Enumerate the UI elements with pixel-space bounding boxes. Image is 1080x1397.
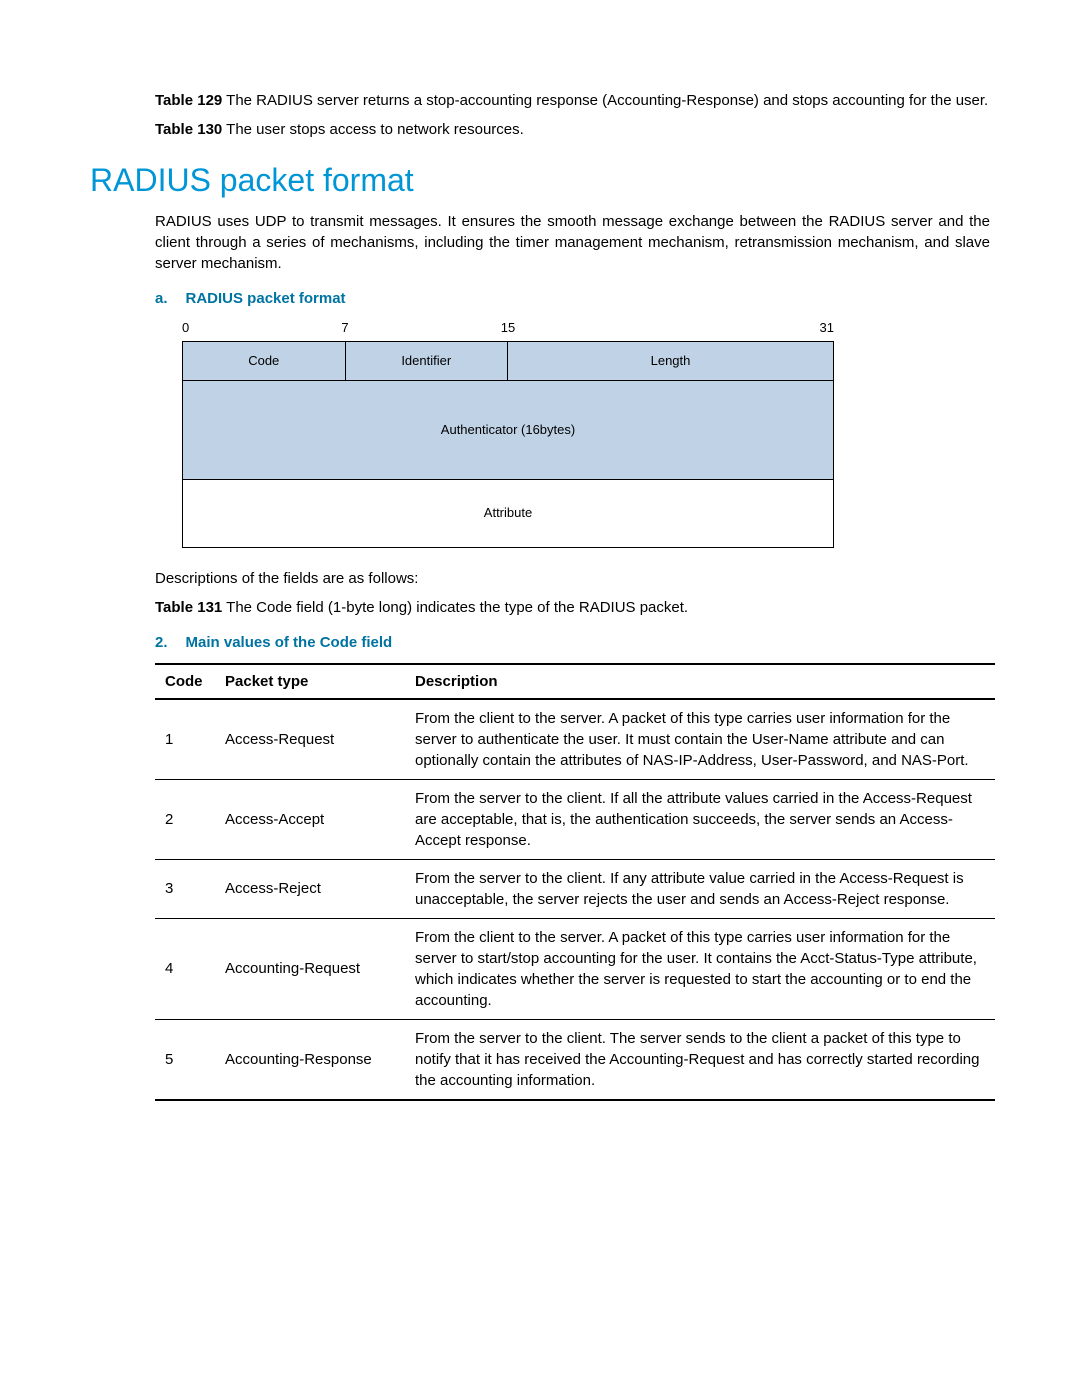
bit-7: 7 [341,319,500,337]
cell-type: Access-Accept [215,779,405,859]
bit-0: 0 [182,319,341,337]
table-ref-129: Table 129 The RADIUS server returns a st… [155,90,990,111]
document-page: Table 129 The RADIUS server returns a st… [0,0,1080,1201]
packet-header-row: Code Identifier Length [183,342,833,381]
cell-desc: From the server to the client. If all th… [405,779,995,859]
header-desc: Description [405,664,995,699]
cell-desc: From the server to the client. The serve… [405,1019,995,1100]
field-attribute: Attribute [183,480,833,546]
table-row: 5 Accounting-Response From the server to… [155,1019,995,1100]
table-row: 2 Access-Accept From the server to the c… [155,779,995,859]
field-identifier: Identifier [346,342,509,380]
table-ref-131: Table 131 The Code field (1-byte long) i… [155,597,990,618]
cell-code: 4 [155,918,215,1019]
table-130-text: The user stops access to network resourc… [222,121,524,138]
table-header-row: Code Packet type Description [155,664,995,699]
intro-paragraph: RADIUS uses UDP to transmit messages. It… [155,211,990,274]
table-129-text: The RADIUS server returns a stop-account… [222,92,988,109]
packet-box: Code Identifier Length Authenticator (16… [182,341,834,548]
section-heading: RADIUS packet format [90,158,990,203]
cell-type: Access-Reject [215,859,405,918]
subheading-2: 2. Main values of the Code field [155,632,990,653]
code-values-table: Code Packet type Description 1 Access-Re… [155,663,995,1101]
bit-15: 15 [501,319,820,337]
table-row: 1 Access-Request From the client to the … [155,699,995,780]
cell-code: 3 [155,859,215,918]
cell-desc: From the client to the server. A packet … [405,918,995,1019]
cell-desc: From the client to the server. A packet … [405,699,995,780]
cell-type: Accounting-Response [215,1019,405,1100]
cell-type: Accounting-Request [215,918,405,1019]
cell-desc: From the server to the client. If any at… [405,859,995,918]
header-type: Packet type [215,664,405,699]
subheading-2-text: Main values of the Code field [186,634,393,651]
table-130-label: Table 130 [155,121,222,138]
cell-code: 1 [155,699,215,780]
cell-code: 5 [155,1019,215,1100]
table-129-label: Table 129 [155,92,222,109]
bit-31: 31 [820,319,834,337]
table-131-text: The Code field (1-byte long) indicates t… [222,599,688,616]
subheading-a-text: RADIUS packet format [186,290,346,307]
cell-code: 2 [155,779,215,859]
field-length: Length [508,342,833,380]
packet-authenticator-row: Authenticator (16bytes) [183,381,833,480]
cell-type: Access-Request [215,699,405,780]
field-authenticator: Authenticator (16bytes) [183,381,833,479]
subheading-a-marker: a. [155,290,168,307]
bit-ruler: 0 7 15 31 [182,319,834,337]
header-code: Code [155,664,215,699]
table-row: 3 Access-Reject From the server to the c… [155,859,995,918]
field-descriptions-intro: Descriptions of the fields are as follow… [155,568,990,589]
table-ref-130: Table 130 The user stops access to netwo… [155,119,990,140]
packet-format-diagram: 0 7 15 31 Code Identifier Length Authent… [182,319,990,548]
table-131-label: Table 131 [155,599,222,616]
subheading-a: a. RADIUS packet format [155,288,990,309]
subheading-2-marker: 2. [155,634,168,651]
packet-attribute-row: Attribute [183,480,833,546]
table-row: 4 Accounting-Request From the client to … [155,918,995,1019]
field-code: Code [183,342,346,380]
